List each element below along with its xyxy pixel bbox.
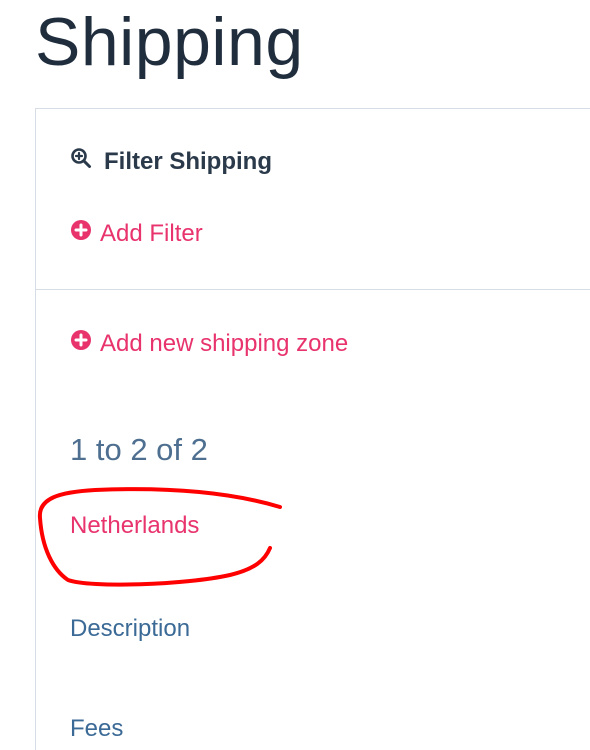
filter-heading: Filter Shipping — [70, 147, 272, 176]
zone-description-label: Description — [70, 615, 191, 642]
filter-heading-label: Filter Shipping — [104, 147, 272, 175]
pagination-summary: 1 to 2 of 2 — [70, 432, 208, 467]
add-shipping-zone-label: Add new shipping zone — [100, 329, 349, 357]
plus-circle-icon — [70, 219, 100, 248]
shipping-panel: Filter Shipping Add Filter Add new shipp… — [35, 108, 590, 750]
page-title: Shipping — [35, 4, 304, 80]
add-filter-label: Add Filter — [100, 219, 203, 247]
shipping-page: Shipping Filter Shipping Add Filter Add … — [0, 0, 590, 750]
plus-circle-icon — [70, 329, 100, 358]
zoom-in-icon — [70, 147, 104, 176]
add-shipping-zone-button[interactable]: Add new shipping zone — [70, 329, 348, 358]
filter-section: Filter Shipping Add Filter — [36, 109, 590, 290]
shipping-zone-link-netherlands[interactable]: Netherlands — [70, 512, 199, 540]
zone-fees-label: Fees — [70, 715, 124, 742]
add-filter-button[interactable]: Add Filter — [70, 219, 203, 248]
